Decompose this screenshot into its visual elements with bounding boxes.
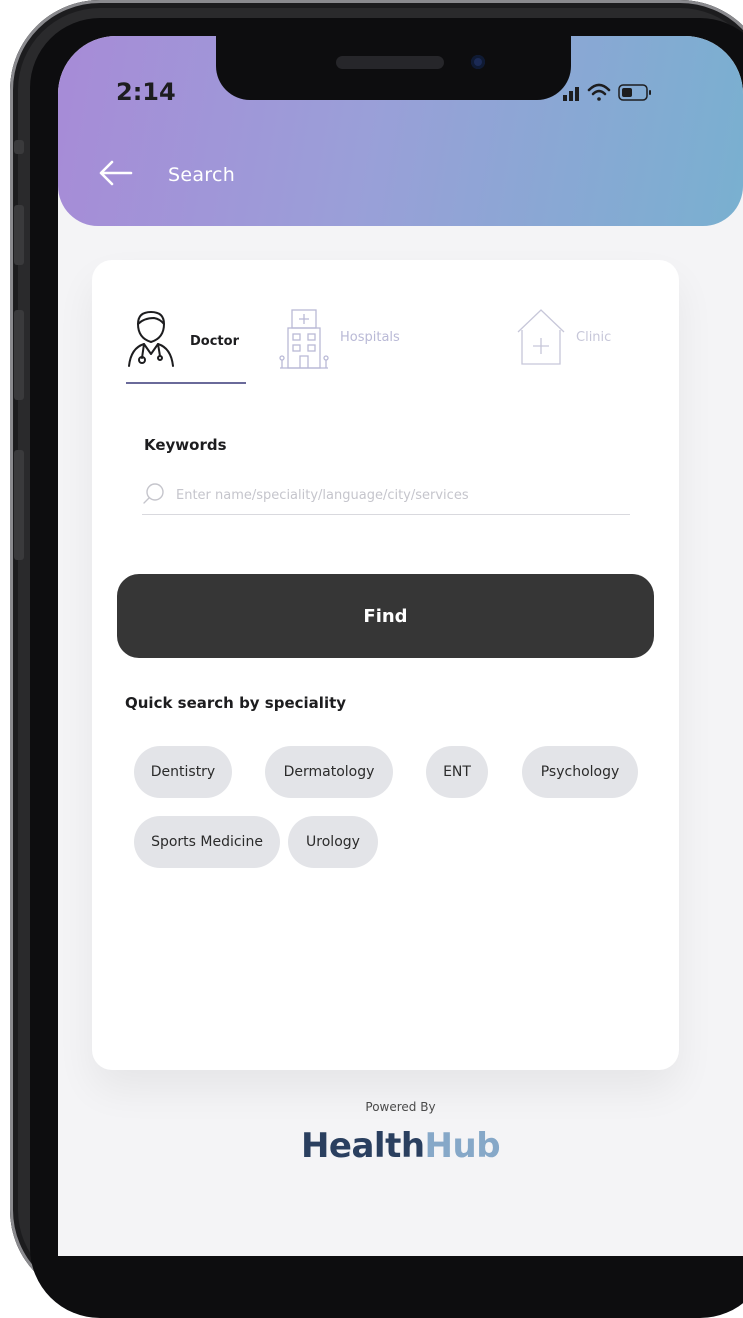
tab-clinic[interactable]: Clinic bbox=[516, 308, 646, 378]
chip-ent[interactable]: ENT bbox=[426, 746, 488, 798]
back-arrow-icon[interactable] bbox=[98, 158, 134, 188]
wifi-icon bbox=[587, 83, 611, 101]
battery-icon bbox=[618, 84, 651, 101]
logo-text-hub: Hub bbox=[424, 1126, 501, 1166]
search-input[interactable] bbox=[174, 482, 628, 508]
search-card: Doctor Hospitals Clinic Keywords Enter n… bbox=[92, 260, 679, 1070]
chip-dentistry[interactable]: Dentistry bbox=[134, 746, 232, 798]
side-button bbox=[14, 450, 24, 560]
status-time: 2:14 bbox=[116, 78, 176, 106]
volume-down-button bbox=[14, 310, 24, 400]
status-icons bbox=[563, 83, 651, 101]
keywords-label: Keywords bbox=[144, 436, 227, 454]
chip-sports-medicine[interactable]: Sports Medicine bbox=[134, 816, 280, 868]
clinic-icon bbox=[517, 309, 565, 365]
tab-hospitals-label: Hospitals bbox=[340, 330, 400, 345]
powered-by-label: Powered By bbox=[365, 1100, 436, 1114]
app-screen: 2:14 Search Doctor Hospitals Clinic Keyw… bbox=[58, 36, 743, 1256]
phone-notch bbox=[216, 36, 571, 100]
chip-psychology[interactable]: Psychology bbox=[522, 746, 638, 798]
page-title: Search bbox=[168, 164, 236, 186]
silent-switch bbox=[14, 140, 24, 154]
hospital-icon bbox=[279, 309, 329, 369]
camera bbox=[471, 55, 485, 69]
speaker bbox=[336, 56, 444, 69]
quick-search-title: Quick search by speciality bbox=[125, 694, 347, 712]
volume-up-button bbox=[14, 205, 24, 265]
chip-dermatology[interactable]: Dermatology bbox=[265, 746, 393, 798]
tab-hospitals[interactable]: Hospitals bbox=[276, 308, 426, 378]
signal-icon bbox=[563, 87, 579, 101]
active-tab-indicator bbox=[126, 382, 246, 384]
search-icon bbox=[143, 483, 164, 504]
doctor-icon bbox=[128, 311, 174, 367]
tab-doctor-label: Doctor bbox=[190, 334, 239, 349]
tab-doctor[interactable]: Doctor bbox=[126, 308, 276, 378]
logo-text-health: Health bbox=[300, 1126, 425, 1166]
chip-urology[interactable]: Urology bbox=[288, 816, 378, 868]
tab-clinic-label: Clinic bbox=[576, 330, 612, 345]
search-field bbox=[142, 478, 630, 515]
healthhub-logo: HealthHub bbox=[58, 1126, 743, 1166]
find-button[interactable]: Find bbox=[117, 574, 654, 658]
